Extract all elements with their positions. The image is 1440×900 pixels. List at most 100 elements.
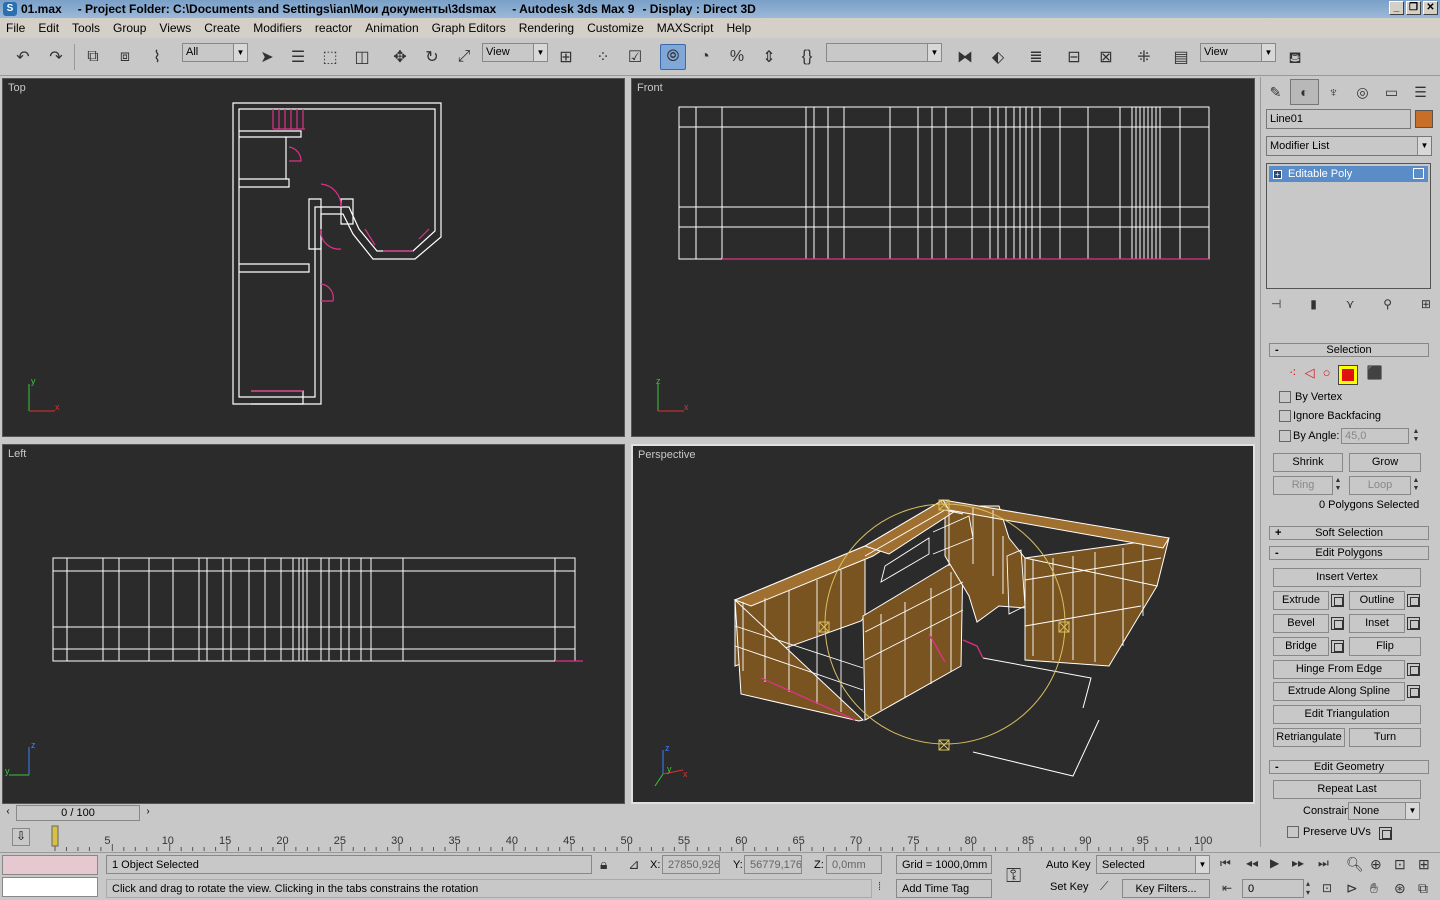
configure-modifier-sets-icon[interactable]: ⊞ xyxy=(1421,297,1431,317)
menu-rendering[interactable]: Rendering xyxy=(513,21,581,35)
angle-input[interactable]: 45,0 xyxy=(1341,428,1409,444)
menu-create[interactable]: Create xyxy=(198,21,247,35)
app-icon[interactable]: S xyxy=(3,2,17,16)
angle-snap-icon[interactable]: ◔ xyxy=(692,44,718,70)
default-tangents-icon[interactable]: ⟋ xyxy=(1100,879,1108,894)
maxscript-listener-mini[interactable] xyxy=(2,855,98,875)
ignore-backfacing-checkbox[interactable] xyxy=(1279,410,1291,422)
keyboard-shortcut-icon[interactable]: ☑ xyxy=(622,44,648,70)
scale-icon[interactable]: ⤢ xyxy=(451,44,477,70)
shrink-button[interactable]: Shrink xyxy=(1273,453,1343,472)
edit-geometry-header[interactable]: - Edit Geometry xyxy=(1269,760,1429,774)
modify-tab-icon[interactable]: ◐ xyxy=(1290,79,1319,105)
menu-views[interactable]: Views xyxy=(153,21,198,35)
motion-tab-icon[interactable]: ◎ xyxy=(1348,79,1377,105)
spinner-snap-icon[interactable]: ⇕ xyxy=(756,44,782,70)
z-coordinate-field[interactable]: 0,0mm xyxy=(826,855,882,874)
window-crossing-icon[interactable]: ◫ xyxy=(349,44,375,70)
flip-button[interactable]: Flip xyxy=(1349,637,1421,656)
frame-spinner-icon[interactable]: ▴ ▾ xyxy=(1306,879,1310,897)
play-icon[interactable]: ▶ xyxy=(1270,856,1279,870)
move-icon[interactable]: ✥ xyxy=(387,44,413,70)
render-view-dropdown[interactable]: View ▼ xyxy=(1200,43,1276,62)
create-tab-icon[interactable]: ✎ xyxy=(1261,79,1290,105)
edge-icon[interactable]: ◁ xyxy=(1305,365,1315,385)
by-vertex-checkbox[interactable] xyxy=(1279,391,1291,403)
vertex-icon[interactable]: ⁖ xyxy=(1289,365,1297,385)
undo-icon[interactable]: ↶ xyxy=(10,44,36,70)
unlink-icon[interactable]: ⧈ xyxy=(112,44,138,70)
percent-snap-icon[interactable]: % xyxy=(724,44,750,70)
next-frame-icon[interactable]: ▸▸ xyxy=(1292,856,1304,870)
selection-filter-dropdown[interactable]: All ▼ xyxy=(182,43,248,62)
hierarchy-tab-icon[interactable]: ♆ xyxy=(1319,79,1348,105)
menu-customize[interactable]: Customize xyxy=(581,21,651,35)
select-object-icon[interactable]: ➤ xyxy=(254,44,280,70)
field-of-view-icon[interactable]: ⊳ xyxy=(1346,880,1358,897)
make-unique-icon[interactable]: ⋎ xyxy=(1346,297,1355,317)
select-link-icon[interactable]: ⧉ xyxy=(80,44,106,70)
pivot-center-icon[interactable]: ⊞ xyxy=(553,44,579,70)
menu-maxscript[interactable]: MAXScript xyxy=(651,21,721,35)
edit-named-selection-icon[interactable]: {} xyxy=(794,44,820,70)
rotate-icon[interactable]: ↻ xyxy=(419,44,445,70)
absolute-mode-icon[interactable]: ⊿ xyxy=(628,856,640,873)
schematic-view-icon[interactable]: ⊠ xyxy=(1093,44,1119,70)
render-setup-icon[interactable]: ▤ xyxy=(1168,44,1194,70)
time-config-icon[interactable]: ⊡ xyxy=(1322,881,1332,895)
curve-editor-icon[interactable]: ⊟ xyxy=(1061,44,1087,70)
reference-coord-dropdown[interactable]: View ▼ xyxy=(482,43,548,62)
material-editor-icon[interactable]: ⁜ xyxy=(1131,44,1157,70)
top-viewport[interactable]: Top y x xyxy=(2,78,625,437)
hinge-settings-button[interactable] xyxy=(1407,663,1420,676)
turn-button[interactable]: Turn xyxy=(1349,728,1421,747)
object-name-field[interactable]: Line01 xyxy=(1266,109,1411,129)
inset-button[interactable]: Inset xyxy=(1349,614,1405,633)
perspective-viewport[interactable]: Perspective z y x xyxy=(631,444,1255,804)
constraints-dropdown[interactable]: None ▼ xyxy=(1348,802,1420,820)
layer-manager-icon[interactable]: ≣ xyxy=(1023,44,1049,70)
bevel-button[interactable]: Bevel xyxy=(1273,614,1329,633)
set-key-button[interactable]: Set Key xyxy=(1050,881,1089,893)
menu-edit[interactable]: Edit xyxy=(32,21,66,35)
zoom-extents-icon[interactable]: ⊡ xyxy=(1394,856,1406,873)
select-by-name-icon[interactable]: ☰ xyxy=(285,44,311,70)
mirror-icon[interactable]: ⧓ xyxy=(952,44,978,70)
pan-icon[interactable]: ✋︎ xyxy=(1370,880,1378,897)
time-slider-thumb[interactable]: 0 / 100 xyxy=(16,805,140,821)
edit-triangulation-button[interactable]: Edit Triangulation xyxy=(1273,705,1421,724)
rect-selection-icon[interactable]: ⬚ xyxy=(317,44,343,70)
set-key-icon[interactable]: ⚿ xyxy=(1006,865,1021,888)
bind-space-warp-icon[interactable]: ⌇ xyxy=(144,44,170,70)
ring-spinner-icon[interactable]: ▲ ▼ xyxy=(1333,477,1343,494)
extrude-along-spline-button[interactable]: Extrude Along Spline xyxy=(1273,682,1405,701)
border-icon[interactable]: ○ xyxy=(1323,365,1331,385)
loop-button[interactable]: Loop xyxy=(1349,476,1411,495)
go-to-start-icon[interactable]: ⏮ xyxy=(1220,856,1231,871)
menu-modifiers[interactable]: Modifiers xyxy=(247,21,309,35)
snap-toggle-icon[interactable]: ⦾ xyxy=(660,44,686,70)
modifier-list-dropdown[interactable]: Modifier List ▼ xyxy=(1266,136,1432,156)
by-angle-checkbox[interactable] xyxy=(1279,430,1291,442)
next-frame-arrow-icon[interactable]: › xyxy=(142,806,154,820)
repeat-last-button[interactable]: Repeat Last xyxy=(1273,780,1421,799)
y-coordinate-field[interactable]: 56779,176 xyxy=(744,855,802,874)
retriangulate-button[interactable]: Retriangulate xyxy=(1273,728,1345,747)
lock-selection-icon[interactable]: 🔒︎ xyxy=(600,856,607,873)
select-manipulate-icon[interactable]: ⁘ xyxy=(590,44,616,70)
quick-render-icon[interactable]: ⛾ xyxy=(1282,46,1308,72)
bevel-settings-button[interactable] xyxy=(1331,617,1344,630)
remove-modifier-icon[interactable]: ⚲ xyxy=(1383,297,1392,317)
extrude-spline-settings-button[interactable] xyxy=(1407,685,1420,698)
key-filters-button[interactable]: Key Filters... xyxy=(1122,879,1210,898)
object-color-swatch[interactable] xyxy=(1415,110,1433,128)
left-viewport[interactable]: Left z y xyxy=(2,444,625,804)
extrude-button[interactable]: Extrude xyxy=(1273,591,1329,610)
outline-button[interactable]: Outline xyxy=(1349,591,1405,610)
auto-key-button[interactable]: Auto Key xyxy=(1046,859,1091,871)
add-time-tag-button[interactable]: Add Time Tag xyxy=(896,879,992,898)
utilities-tab-icon[interactable]: ☰ xyxy=(1406,79,1435,105)
redo-icon[interactable]: ↷ xyxy=(43,44,69,70)
arc-rotate-icon[interactable]: ⊛ xyxy=(1394,880,1406,897)
polygon-icon[interactable] xyxy=(1338,365,1359,385)
